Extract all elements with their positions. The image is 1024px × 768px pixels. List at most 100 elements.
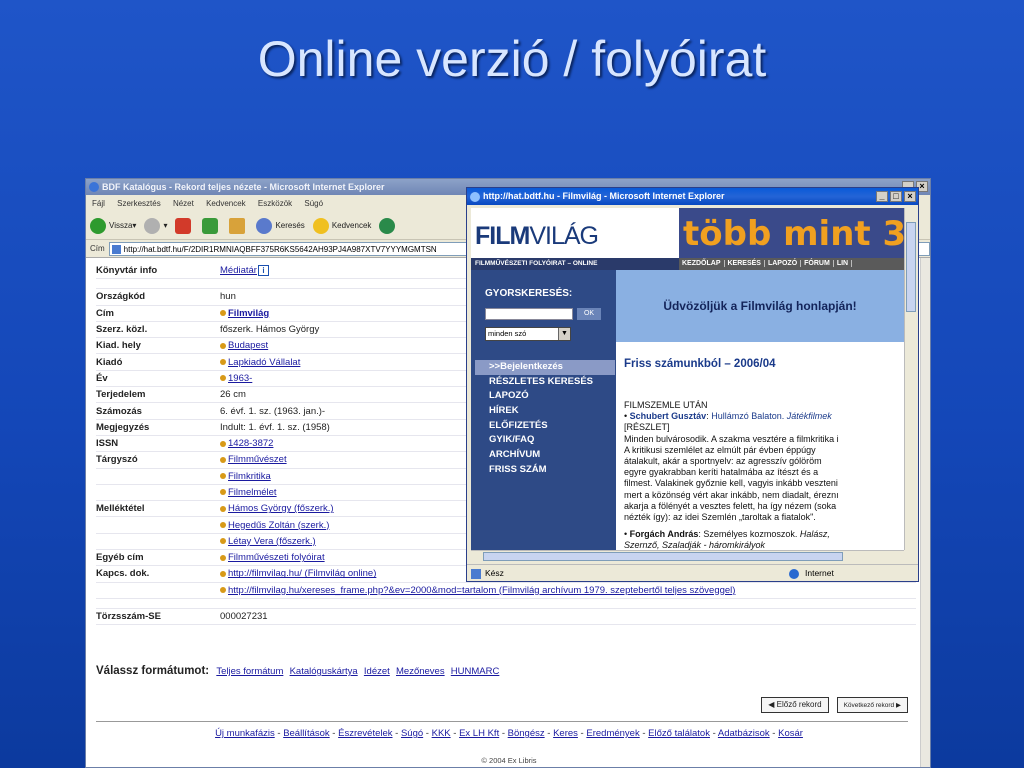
footer-link[interactable]: Ex LH Kft [459, 728, 499, 739]
side-menu-browse[interactable]: LAPOZÓ [475, 389, 615, 404]
menu-edit[interactable]: Szerkesztés [117, 199, 161, 208]
refresh-button[interactable] [202, 217, 221, 234]
format-card-link[interactable]: Katalóguskártya [290, 666, 358, 677]
article-line: átalakult, akár a sportnyelv: az agressz… [624, 456, 822, 467]
scroll-thumb[interactable] [483, 552, 843, 561]
footer-link[interactable]: Keres [553, 728, 578, 739]
back-button[interactable]: Vissza ▾ [90, 217, 136, 234]
record-label: Törzsszám-SE [96, 611, 161, 623]
info-icon[interactable]: i [257, 265, 269, 277]
nav-search[interactable]: KERESÉS [724, 260, 765, 267]
home-button[interactable] [229, 217, 248, 234]
history-button[interactable] [379, 217, 398, 234]
search-mode-select[interactable]: minden szó ▼ [485, 327, 571, 341]
menu-tools[interactable]: Eszközök [258, 199, 292, 208]
footer-link[interactable]: Eredmények [586, 728, 639, 739]
record-link[interactable]: http://filmvilag.hu/ (Filmvilág online) [228, 568, 376, 579]
article-line: nézték így): az idei Szemlén „taroltak a… [624, 512, 816, 523]
footer-link[interactable]: Súgó [401, 728, 423, 739]
filmvilag-logo[interactable]: FILMVILÁG [475, 222, 599, 251]
record-link[interactable]: Lapkiadó Vállalat [228, 357, 300, 368]
format-fields-link[interactable]: Mezőneves [396, 666, 445, 677]
banner-text: több mint 3 [683, 214, 904, 254]
article-title[interactable]: Hullámzó Balaton. [711, 411, 784, 421]
record-link[interactable]: Filmelmélet [228, 487, 277, 498]
menu-view[interactable]: Nézet [173, 199, 194, 208]
prev-record-button[interactable]: ◀ Előző rekord [761, 697, 829, 713]
record-row: Törzsszám-SE 000027231 [96, 609, 916, 626]
quick-search-input[interactable] [485, 308, 573, 320]
record-link[interactable]: Hegedűs Zoltán (szerk.) [228, 520, 329, 531]
record-link[interactable]: Filmvilág [228, 308, 269, 319]
article-line: • Schubert Gusztáv: Hullámzó Balaton. Já… [624, 411, 832, 422]
record-link[interactable]: Filmkritika [228, 471, 271, 482]
footer-link[interactable]: Kosár [778, 728, 803, 739]
record-nav: ◀ Előző rekord Következő rekord ▶ [753, 697, 908, 713]
menu-favorites[interactable]: Kedvencek [206, 199, 246, 208]
article-title[interactable]: Személyes kozmoszok. [703, 529, 797, 539]
filmvilag-title-bar: http://hat.bdtf.hu - Filmvilág - Microso… [467, 188, 918, 205]
format-hunmarc-link[interactable]: HUNMARC [451, 666, 500, 677]
footer-link[interactable]: Böngész [508, 728, 545, 739]
record-link[interactable]: 1428-3872 [228, 438, 273, 449]
nav-home[interactable]: KEZDŐLAP [679, 260, 725, 267]
menu-help[interactable]: Súgó [304, 199, 323, 208]
globe-icon [789, 569, 799, 579]
side-menu-faq[interactable]: GYIK/FAQ [475, 433, 615, 448]
author-link[interactable]: Forgách András [630, 529, 699, 539]
format-full-link[interactable]: Teljes formátum [216, 666, 283, 677]
forward-button[interactable]: ▾ [144, 217, 167, 234]
record-link[interactable]: Budapest [228, 340, 268, 351]
bullet-icon [220, 310, 226, 317]
record-link[interactable]: Hámos György (főszerk.) [228, 503, 334, 514]
ok-button[interactable]: OK [577, 308, 601, 320]
menu-file[interactable]: Fájl [92, 199, 105, 208]
footer-link[interactable]: Észrevételek [338, 728, 392, 739]
horizontal-scrollbar[interactable] [471, 550, 904, 562]
footer-link[interactable]: Adatbázisok [718, 728, 770, 739]
filmvilag-window-title: http://hat.bdtf.hu - Filmvilág - Microso… [483, 191, 725, 201]
nav-links-item[interactable]: LIN [833, 260, 853, 267]
record-link[interactable]: Filmművészet [228, 454, 287, 465]
side-menu-archive[interactable]: ARCHÍVUM [475, 448, 615, 463]
record-link[interactable]: Létay Vera (főszerk.) [228, 536, 316, 547]
close-button[interactable]: × [904, 191, 916, 202]
nav-forum[interactable]: FÓRUM [801, 260, 834, 267]
next-record-button[interactable]: Következő rekord ▶ [836, 697, 908, 713]
search-button[interactable]: Keresés [256, 217, 305, 234]
side-menu-latest-issue[interactable]: FRISS SZÁM [475, 463, 615, 478]
record-label: Kiad. hely [96, 340, 141, 352]
maximize-button[interactable]: □ [890, 191, 902, 202]
filmvilag-page: FILMVILÁG több mint 3 FILMMŰVÉSZETI FOLY… [471, 208, 904, 550]
article-line: A kritikusi szemlélet az elmúlt pár évbe… [624, 444, 816, 455]
footer-link[interactable]: Új munkafázis [215, 728, 275, 739]
filmvilag-main: Friss számunkból – 2006/04 FILMSZEMLE UT… [616, 342, 904, 550]
record-link[interactable]: 1963- [228, 373, 252, 384]
ie-icon [89, 182, 99, 192]
side-menu-subscribe[interactable]: ELŐFIZETÉS [475, 419, 615, 434]
record-link[interactable]: Médiatár [220, 265, 257, 276]
footer-link[interactable]: Beállítások [283, 728, 329, 739]
side-menu-advanced-search[interactable]: RÉSZLETES KERESÉS [475, 375, 615, 390]
vertical-scrollbar[interactable] [904, 208, 916, 550]
format-citation-link[interactable]: Idézet [364, 666, 390, 677]
footer-link[interactable]: KKK [432, 728, 451, 739]
favorites-button[interactable]: Kedvencek [312, 217, 372, 234]
favorites-label: Kedvencek [331, 221, 372, 230]
record-link[interactable]: http://filmvilag.hu/xereses_frame.php?&e… [228, 585, 735, 596]
filmvilag-sidebar: GYORSKERESÉS: OK minden szó ▼ >>Bejelentk… [471, 270, 616, 550]
minimize-button[interactable]: _ [876, 191, 888, 202]
footer-link[interactable]: Előző találatok [648, 728, 710, 739]
record-link[interactable]: Filmművészeti folyóirat [228, 552, 325, 563]
author-link[interactable]: Schubert Gusztáv [630, 411, 707, 421]
nav-browse[interactable]: LAPOZÓ [764, 260, 802, 267]
record-label: Megjegyzés [96, 421, 150, 433]
side-menu-login[interactable]: >>Bejelentkezés [475, 360, 615, 375]
scroll-thumb[interactable] [906, 222, 916, 312]
welcome-banner: Üdvözöljük a Filmvilág honlapján! [616, 270, 904, 342]
bullet-icon [220, 456, 226, 463]
catalog-scrollbar[interactable] [920, 258, 930, 767]
logo-bold: FILM [475, 222, 530, 250]
side-menu-news[interactable]: HÍREK [475, 404, 615, 419]
stop-button[interactable] [175, 217, 194, 234]
